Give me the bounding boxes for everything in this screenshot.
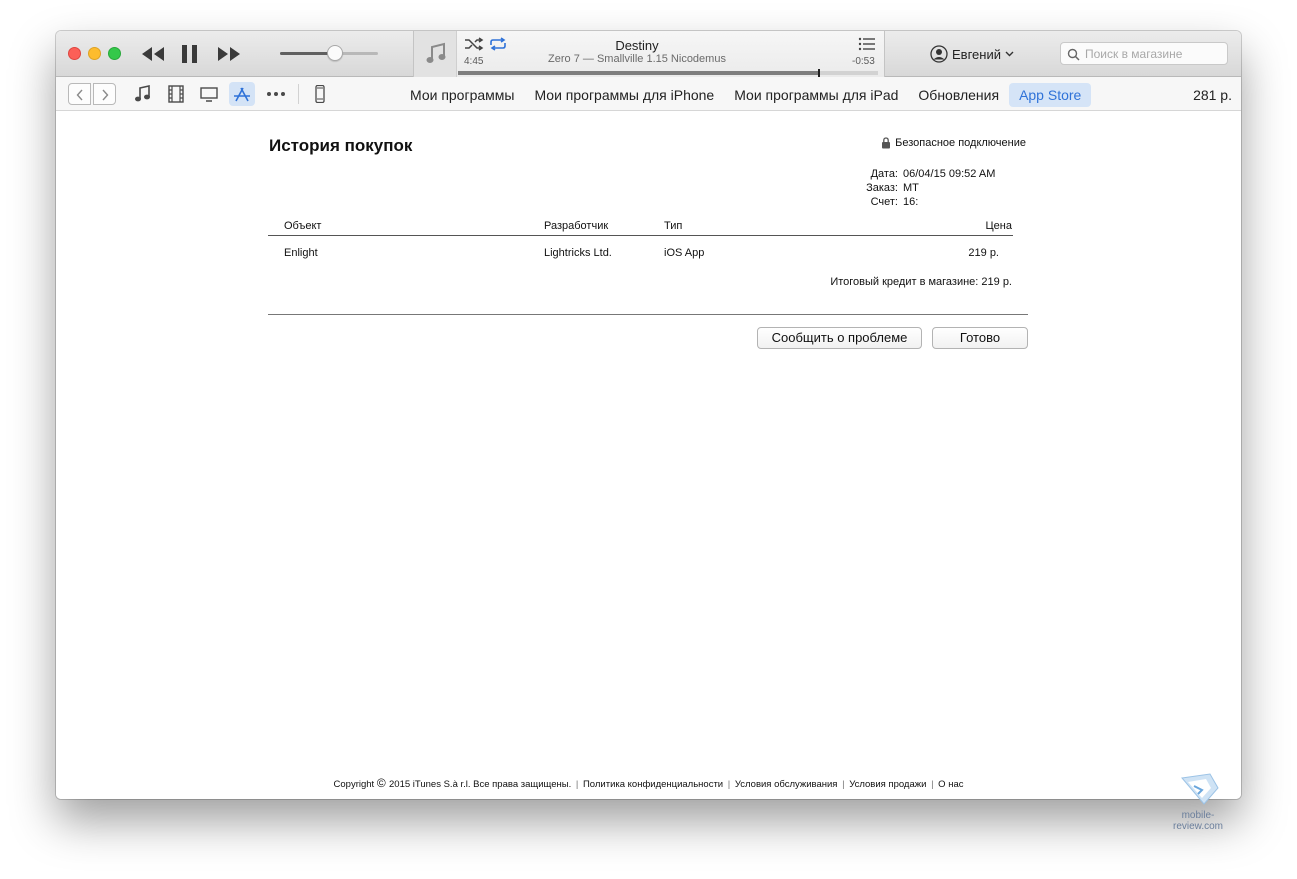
player-toolbar: 4:45 Destiny Zero 7 — Smallville 1.15 Ni… [56,31,1241,77]
section-divider [268,314,1028,315]
account-button[interactable]: Евгений [930,44,1014,64]
account-name: Евгений [952,46,1001,62]
up-next-list-icon[interactable] [858,37,876,56]
app-tabs: Мои программы Мои программы для iPhone М… [400,83,1092,107]
row-price: 219 р. [968,247,999,259]
volume-knob[interactable] [327,45,343,61]
footer-separator: | [842,779,845,790]
store-search[interactable] [1060,42,1228,65]
footer-separator: | [727,779,731,790]
date-value: 06/04/15 09:52 AM [903,168,996,180]
toolbar-divider [298,84,299,104]
screen: 4:45 Destiny Zero 7 — Smallville 1.15 Ni… [0,0,1297,879]
chevron-down-icon [1005,51,1014,57]
row-object: Enlight [284,247,318,259]
total-store-credit: Итоговый кредит в магазине: 219 р. [830,276,1012,288]
footer-separator: | [931,779,934,790]
column-header-price: Цена [985,220,1012,232]
tab-my-ipad-apps[interactable]: Мои программы для iPad [724,83,908,107]
column-header-developer: Разработчик [544,220,609,232]
remaining-time: -0:53 [852,56,875,67]
fast-forward-icon[interactable] [216,42,242,66]
close-window-button[interactable] [68,47,81,60]
search-icon [1067,48,1080,61]
row-developer: Lightricks Ltd. [544,247,612,259]
track-artist-album: Zero 7 — Smallville 1.15 Nicodemus [548,53,726,65]
secure-connection-label: Безопасное подключение [895,137,1026,149]
rewind-icon[interactable] [140,42,166,66]
track-title: Destiny [615,38,659,53]
terms-of-service-link[interactable]: Условия обслуживания [735,779,838,790]
footer: Copyright © 2015 iTunes S.à r.l. Все пра… [56,776,1241,790]
playhead[interactable] [818,69,821,77]
now-playing-display: 4:45 Destiny Zero 7 — Smallville 1.15 Ni… [413,31,885,77]
album-art [414,31,457,77]
chevron-right-icon [102,89,109,101]
watermark-logo-icon [1181,773,1219,805]
footer-separator: | [575,779,579,790]
tab-updates[interactable]: Обновления [908,83,1009,107]
forward-button[interactable] [93,83,116,105]
terms-of-sale-link[interactable]: Условия продажи [849,779,926,790]
minimize-window-button[interactable] [88,47,101,60]
order-label: Заказ: [866,182,898,194]
playback-progress-fill [458,71,820,75]
itunes-window: 4:45 Destiny Zero 7 — Smallville 1.15 Ni… [56,31,1241,799]
tab-app-store[interactable]: App Store [1009,83,1092,107]
purchase-history-page: История покупок Безопасное подключение Д… [56,111,1241,799]
privacy-policy-link[interactable]: Политика конфиденциальности [583,779,723,790]
copyright-label: Copyright [333,779,375,790]
order-meta: Дата: 06/04/15 09:52 AM Заказ: MT Счет: … [866,167,1011,209]
date-label: Дата: [870,168,898,180]
about-link[interactable]: О нас [938,779,963,790]
chevron-left-icon [76,89,83,101]
iphone-device-icon[interactable] [307,82,333,106]
invoice-label: Счет: [870,196,898,208]
app-store-icon[interactable] [229,82,255,106]
copyright-text: 2015 iTunes S.à r.l. Все права защищены. [389,779,572,790]
column-header-object: Объект [284,220,322,232]
search-input[interactable] [1085,45,1223,63]
tab-my-iphone-apps[interactable]: Мои программы для iPhone [524,83,724,107]
done-button[interactable]: Готово [932,327,1028,349]
movies-icon[interactable] [163,82,189,106]
order-value: MT [903,182,919,194]
watermark: mobile-review.com [1158,772,1238,832]
tab-my-apps[interactable]: Мои программы [400,83,524,107]
music-note-icon [426,42,446,63]
page-title: История покупок [269,136,413,155]
column-header-type: Тип [664,220,683,232]
zoom-window-button[interactable] [108,47,121,60]
row-type: iOS App [664,247,705,259]
table-header-divider [268,235,1013,236]
copyright-symbol-icon: © [376,776,390,790]
report-problem-button[interactable]: Сообщить о проблеме [757,327,922,349]
watermark-text: mobile-review.com [1172,810,1223,832]
invoice-value: 16: [903,196,919,208]
more-icon[interactable] [262,82,288,106]
user-icon [930,45,948,63]
tv-shows-icon[interactable] [196,82,222,106]
secure-connection: Безопасное подключение [881,137,1026,149]
music-icon[interactable] [130,82,156,106]
playback-progress[interactable] [458,69,878,77]
lock-icon [882,137,891,149]
account-balance: 281 р. [1193,87,1232,103]
pause-icon[interactable] [180,42,200,66]
navigation-bar: Мои программы Мои программы для iPhone М… [56,77,1241,111]
back-button[interactable] [68,83,91,105]
